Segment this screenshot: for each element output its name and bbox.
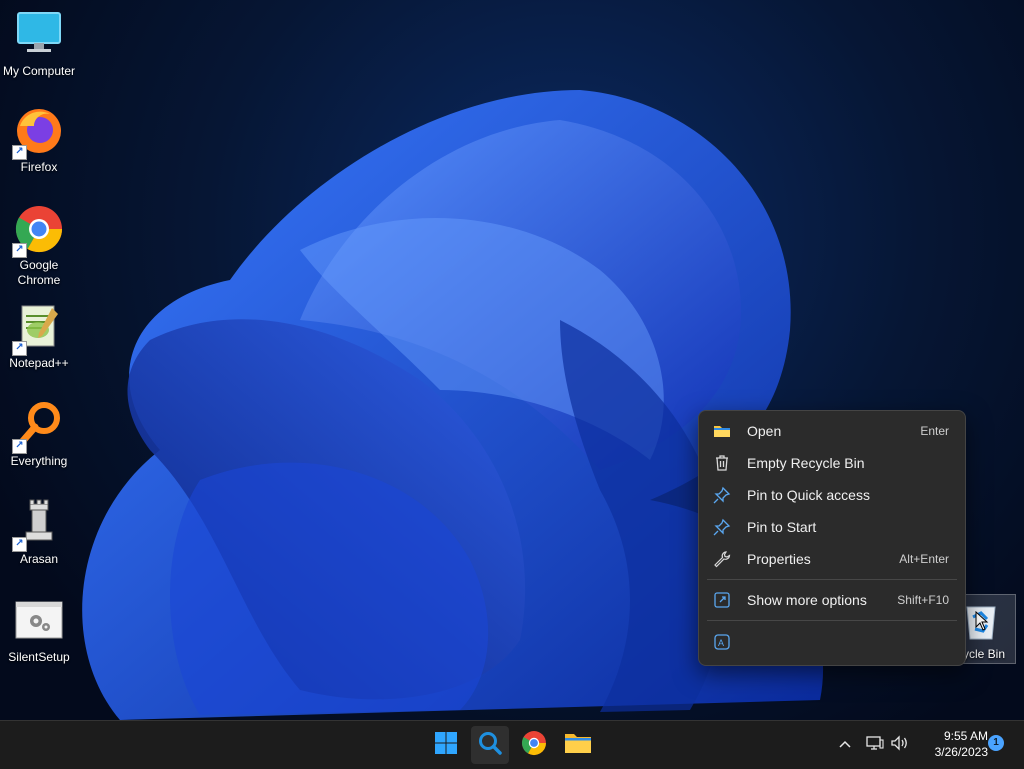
- file-explorer-icon: [564, 731, 592, 760]
- menu-item-label: Empty Recycle Bin: [747, 455, 865, 471]
- clock-date: 3/26/2023: [934, 745, 988, 759]
- desktop-icon-label: Firefox: [20, 160, 58, 174]
- menu-item-label: Open: [747, 423, 782, 439]
- shortcut-arrow-icon: ↗: [12, 145, 27, 160]
- desktop-icon-label: SilentSetup: [8, 650, 70, 664]
- svg-text:A: A: [718, 638, 724, 648]
- desktop-icon-label: Everything: [10, 454, 68, 468]
- wrench-icon: [713, 550, 731, 568]
- monitor-icon: [14, 10, 64, 60]
- volume-icon: [890, 734, 910, 756]
- menu-separator: [707, 620, 957, 621]
- desktop[interactable]: My Computer ↗ Firefox ↗ Google Chrome ↗ …: [0, 0, 1024, 720]
- shortcut-arrow-icon: ↗: [12, 243, 27, 258]
- menu-item-properties[interactable]: Properties Alt+Enter: [705, 544, 959, 574]
- menu-item-empty-recycle-bin[interactable]: Empty Recycle Bin: [705, 448, 959, 478]
- trash-icon: [713, 454, 731, 472]
- desktop-icon-label: My Computer: [2, 64, 76, 78]
- folder-icon: [713, 422, 731, 440]
- desktop-icon-everything[interactable]: ↗ Everything: [1, 400, 77, 469]
- firefox-icon: ↗: [12, 106, 64, 160]
- show-hidden-icons-button[interactable]: [834, 733, 856, 757]
- start-icon: [434, 731, 458, 760]
- context-menu: Open Enter Empty Recycle Bin Pin to Quic…: [698, 410, 966, 666]
- menu-item-pin-to-start[interactable]: Pin to Start: [705, 512, 959, 542]
- shortcut-arrow-icon: ↗: [12, 537, 27, 552]
- ai-icon: A: [713, 633, 731, 651]
- menu-item-label: Properties: [747, 551, 811, 567]
- menu-item-label: Pin to Start: [747, 519, 817, 535]
- clock[interactable]: 9:55 AM 3/26/2023: [916, 728, 988, 760]
- menu-item-shortcut: Enter: [920, 424, 949, 438]
- menu-item-open[interactable]: Open Enter: [705, 416, 959, 446]
- menu-item-label: Pin to Quick access: [747, 487, 870, 503]
- desktop-icon-arasan[interactable]: ↗ Arasan: [1, 498, 77, 567]
- shortcut-arrow-icon: ↗: [12, 341, 27, 356]
- network-button[interactable]: [864, 733, 886, 757]
- pin-icon: [713, 518, 731, 536]
- taskbar-everything-search[interactable]: [471, 726, 509, 764]
- menu-item-shortcut: Alt+Enter: [899, 552, 949, 566]
- menu-item-pin-to-quick-access[interactable]: Pin to Quick access: [705, 480, 959, 510]
- silentsetup-icon: [14, 596, 64, 646]
- chrome-icon: ↗: [12, 204, 64, 258]
- mouse-cursor-icon: [975, 610, 989, 636]
- taskbar-chrome[interactable]: [515, 726, 553, 764]
- desktop-icon-silentsetup[interactable]: SilentSetup: [1, 596, 77, 665]
- menu-item-ai-action[interactable]: A: [705, 627, 735, 657]
- clock-time: 9:55 AM: [943, 729, 988, 743]
- taskbar: 9:55 AM 3/26/2023 1: [0, 720, 1024, 769]
- network-icon: [866, 735, 884, 756]
- desktop-icon-label: Arasan: [19, 552, 59, 566]
- everything-icon: ↗: [12, 400, 64, 454]
- desktop-icon-google-chrome[interactable]: ↗ Google Chrome: [1, 204, 77, 288]
- desktop-icon-label: Google Chrome: [17, 258, 61, 287]
- start-button[interactable]: [427, 726, 465, 764]
- shortcut-arrow-icon: ↗: [12, 439, 27, 454]
- share-icon: [713, 591, 731, 609]
- notification-badge[interactable]: 1: [988, 735, 1004, 751]
- desktop-icon-notepadpp[interactable]: ↗ Notepad++: [1, 302, 77, 371]
- search-icon: [477, 730, 503, 761]
- desktop-icon-label: ycle Bin: [963, 647, 1006, 661]
- chrome-icon: [521, 730, 547, 761]
- menu-item-show-more-options[interactable]: Show more options Shift+F10: [705, 585, 959, 615]
- taskbar-file-explorer[interactable]: [559, 726, 597, 764]
- volume-button[interactable]: [889, 733, 911, 757]
- pin-icon: [713, 486, 731, 504]
- desktop-icon-label: Notepad++: [9, 356, 69, 370]
- arasan-icon: ↗: [12, 498, 64, 552]
- menu-item-label: Show more options: [747, 592, 867, 608]
- menu-separator: [707, 579, 957, 580]
- menu-item-shortcut: Shift+F10: [897, 593, 949, 607]
- desktop-icon-my-computer[interactable]: My Computer: [1, 10, 77, 79]
- notepadpp-icon: ↗: [12, 302, 64, 356]
- chevron-up-icon: [838, 736, 852, 754]
- desktop-icon-firefox[interactable]: ↗ Firefox: [1, 106, 77, 175]
